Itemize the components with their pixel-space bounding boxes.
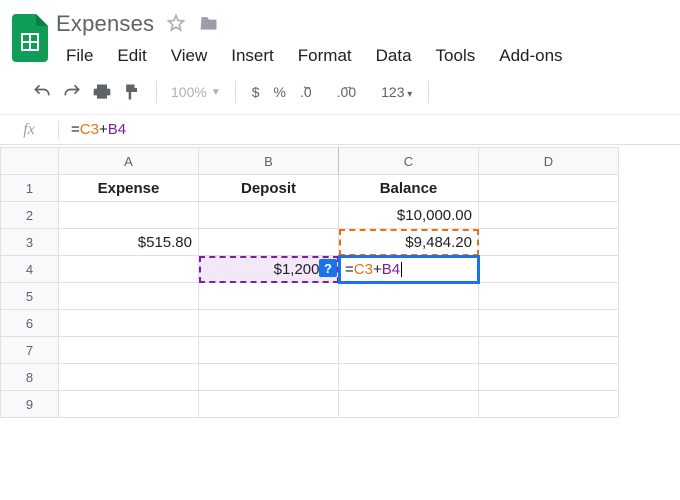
select-all-corner[interactable]	[1, 148, 59, 175]
cell-B6[interactable]	[199, 310, 339, 337]
row-header-1[interactable]: 1	[1, 175, 59, 202]
menu-addons[interactable]: Add-ons	[489, 42, 572, 70]
cell-C6[interactable]	[339, 310, 479, 337]
spreadsheet-grid: A B C D 1 Expense Deposit Balance 2 $10,…	[0, 147, 619, 418]
col-header-B[interactable]: B	[199, 148, 339, 175]
cell-B3[interactable]	[199, 229, 339, 256]
row-header-2[interactable]: 2	[1, 202, 59, 229]
row-header-8[interactable]: 8	[1, 364, 59, 391]
cell-D6[interactable]	[479, 310, 619, 337]
row-header-7[interactable]: 7	[1, 337, 59, 364]
cell-A6[interactable]	[59, 310, 199, 337]
fx-label: fx	[0, 121, 58, 139]
row-header-9[interactable]: 9	[1, 391, 59, 418]
col-header-D[interactable]: D	[479, 148, 619, 175]
formula-input[interactable]: =C3+B4	[59, 121, 680, 138]
cell-A8[interactable]	[59, 364, 199, 391]
zoom-value: 100%	[171, 84, 207, 100]
cell-D2[interactable]	[479, 202, 619, 229]
cell-A2[interactable]	[59, 202, 199, 229]
cell-B8[interactable]	[199, 364, 339, 391]
cell-C7[interactable]	[339, 337, 479, 364]
formula-help-icon[interactable]: ?	[319, 259, 337, 277]
paint-format-button[interactable]	[118, 78, 146, 106]
redo-button[interactable]	[58, 78, 86, 106]
cell-A4[interactable]	[59, 256, 199, 283]
decrease-decimal-button[interactable]: .0←	[294, 84, 329, 100]
row-header-4[interactable]: 4	[1, 256, 59, 283]
menu-view[interactable]: View	[161, 42, 218, 70]
dropdown-icon: ▾	[404, 89, 412, 100]
row-header-5[interactable]: 5	[1, 283, 59, 310]
document-title[interactable]: Expenses	[56, 11, 154, 37]
cell-C5[interactable]	[339, 283, 479, 310]
increase-decimal-button[interactable]: .00→	[331, 84, 373, 100]
menu-data[interactable]: Data	[366, 42, 422, 70]
cell-D3[interactable]	[479, 229, 619, 256]
cell-C4-editing[interactable]: ? =C3+B4	[339, 256, 479, 283]
menu-tools[interactable]: Tools	[426, 42, 486, 70]
sheets-logo[interactable]	[8, 8, 52, 68]
format-percent-button[interactable]: %	[268, 84, 292, 100]
menu-file[interactable]: File	[56, 42, 103, 70]
menu-bar: File Edit View Insert Format Data Tools …	[56, 38, 573, 70]
cell-C3[interactable]: $9,484.20	[339, 229, 479, 256]
cell-C9[interactable]	[339, 391, 479, 418]
text-cursor	[401, 262, 402, 277]
cell-D7[interactable]	[479, 337, 619, 364]
print-button[interactable]	[88, 78, 116, 106]
cell-D5[interactable]	[479, 283, 619, 310]
zoom-dropdown[interactable]: 100% ▼	[167, 84, 225, 100]
cell-B7[interactable]	[199, 337, 339, 364]
folder-icon[interactable]	[198, 13, 220, 36]
cell-D9[interactable]	[479, 391, 619, 418]
cell-B5[interactable]	[199, 283, 339, 310]
cell-C8[interactable]	[339, 364, 479, 391]
cell-A9[interactable]	[59, 391, 199, 418]
format-currency-button[interactable]: $	[246, 84, 266, 100]
toolbar: 100% ▼ $ % .0← .00→ 123 ▾	[0, 70, 680, 115]
cell-B1[interactable]: Deposit	[199, 175, 339, 202]
col-header-A[interactable]: A	[59, 148, 199, 175]
dropdown-icon: ▼	[211, 87, 221, 98]
cell-C2[interactable]: $10,000.00	[339, 202, 479, 229]
formula-bar: fx =C3+B4	[0, 115, 680, 145]
undo-button[interactable]	[28, 78, 56, 106]
star-icon[interactable]	[166, 13, 186, 36]
row-header-6[interactable]: 6	[1, 310, 59, 337]
cell-A1[interactable]: Expense	[59, 175, 199, 202]
cell-D4[interactable]	[479, 256, 619, 283]
cell-A7[interactable]	[59, 337, 199, 364]
cell-B2[interactable]	[199, 202, 339, 229]
more-formats-dropdown[interactable]: 123 ▾	[375, 84, 418, 100]
cell-D1[interactable]	[479, 175, 619, 202]
menu-insert[interactable]: Insert	[221, 42, 284, 70]
col-header-C[interactable]: C	[339, 148, 479, 175]
menu-format[interactable]: Format	[288, 42, 362, 70]
cell-B9[interactable]	[199, 391, 339, 418]
cell-A5[interactable]	[59, 283, 199, 310]
cell-B4[interactable]: $1,200.0	[199, 256, 339, 283]
cell-A3[interactable]: $515.80	[59, 229, 199, 256]
cell-C1[interactable]: Balance	[339, 175, 479, 202]
row-header-3[interactable]: 3	[1, 229, 59, 256]
menu-edit[interactable]: Edit	[107, 42, 156, 70]
cell-D8[interactable]	[479, 364, 619, 391]
